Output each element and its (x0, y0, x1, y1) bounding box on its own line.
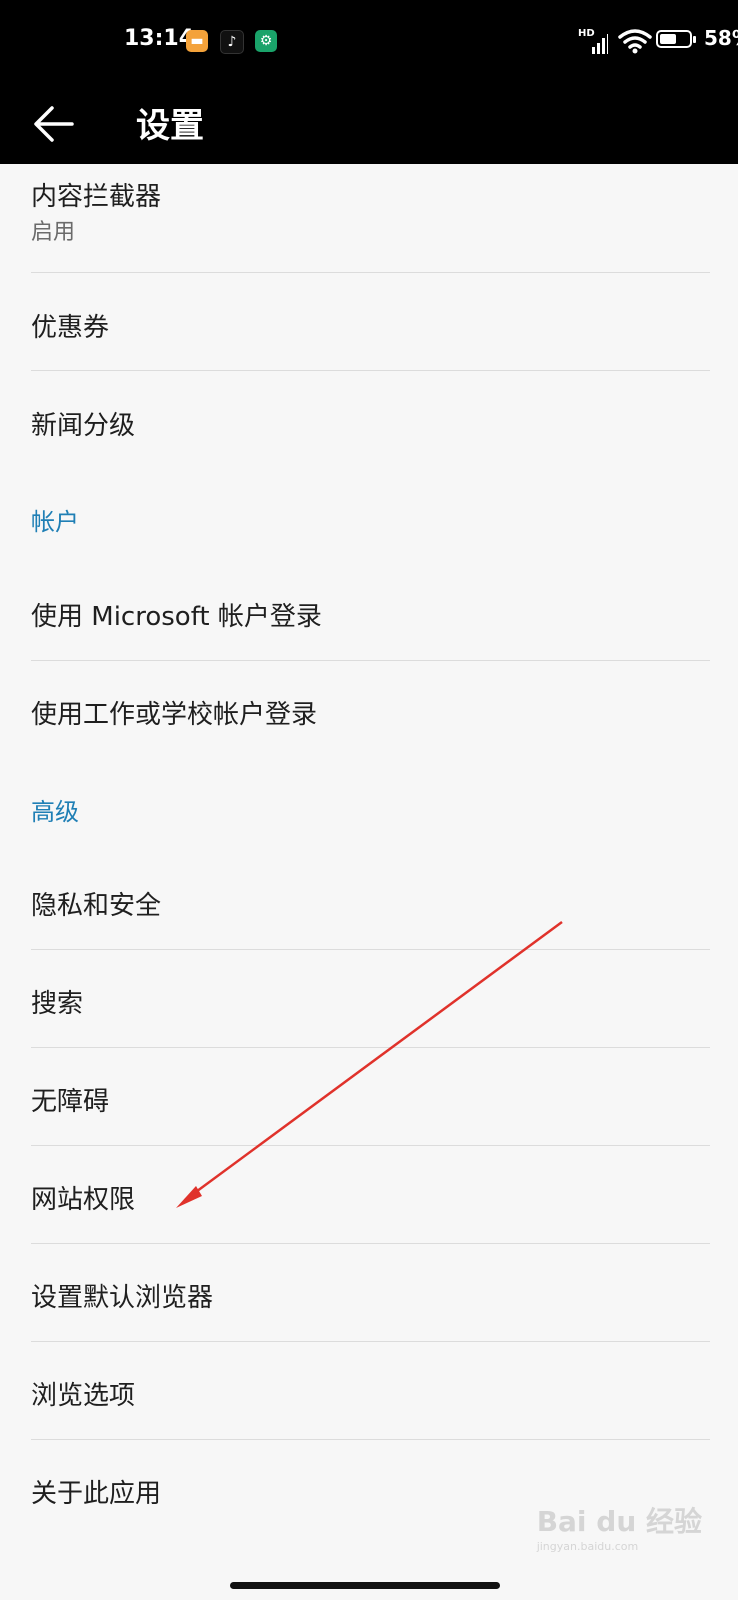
setting-label: 无障碍 (31, 1087, 110, 1117)
watermark-site: jingyan.baidu.com (536, 1540, 639, 1553)
setting-label: 隐私和安全 (31, 891, 162, 921)
back-button[interactable] (28, 96, 84, 152)
setting-microsoft-signin[interactable]: 使用 Microsoft 帐户登录 (0, 564, 738, 661)
tiktok-icon: ♪ (220, 30, 244, 54)
setting-work-signin[interactable]: 使用工作或学校帐户登录 (0, 661, 738, 759)
setting-label: 浏览选项 (31, 1381, 136, 1411)
notification-app-icon: ▬ (186, 30, 208, 52)
home-indicator[interactable] (230, 1582, 500, 1589)
setting-label: 使用工作或学校帐户登录 (31, 700, 318, 730)
signal-icon (592, 34, 608, 54)
watermark-brand: Bai du 经验 (536, 1505, 702, 1538)
app-bar: 设置 (0, 84, 738, 164)
setting-label: 设置默认浏览器 (31, 1283, 214, 1313)
section-header-advanced: 高级 (31, 798, 79, 826)
setting-search[interactable]: 搜索 (0, 950, 738, 1048)
watermark: Bai du 经验 jingyan.baidu.com (537, 1500, 702, 1553)
setting-label: 新闻分级 (31, 411, 136, 441)
setting-label: 优惠券 (31, 313, 110, 343)
setting-content-blocker[interactable]: 内容拦截器 启用 (0, 164, 738, 273)
setting-label: 使用 Microsoft 帐户登录 (31, 602, 322, 632)
settings-app-icon: ⚙ (255, 30, 277, 52)
setting-value: 启用 (31, 220, 76, 245)
setting-label: 网站权限 (31, 1185, 136, 1215)
status-time: 13:14 (124, 26, 195, 51)
battery-fill (660, 34, 676, 44)
page-title: 设置 (136, 106, 204, 146)
setting-label: 内容拦截器 (31, 182, 162, 212)
setting-default-browser[interactable]: 设置默认浏览器 (0, 1244, 738, 1342)
setting-news-rating[interactable]: 新闻分级 (0, 371, 738, 469)
setting-label: 关于此应用 (31, 1479, 162, 1509)
setting-label: 搜索 (31, 989, 84, 1019)
setting-site-permissions[interactable]: 网站权限 (0, 1146, 738, 1244)
setting-privacy[interactable]: 隐私和安全 (0, 852, 738, 950)
battery-icon (656, 30, 696, 48)
battery-percentage: 58% (704, 26, 738, 50)
status-bar: 13:14 ▬ ♪ ⚙ HD 58% (0, 0, 738, 84)
wifi-icon (618, 29, 652, 54)
setting-accessibility[interactable]: 无障碍 (0, 1048, 738, 1146)
arrow-left-icon (34, 106, 74, 142)
setting-browsing-options[interactable]: 浏览选项 (0, 1342, 738, 1440)
setting-coupons[interactable]: 优惠券 (0, 273, 738, 371)
section-header-account: 帐户 (31, 508, 79, 536)
